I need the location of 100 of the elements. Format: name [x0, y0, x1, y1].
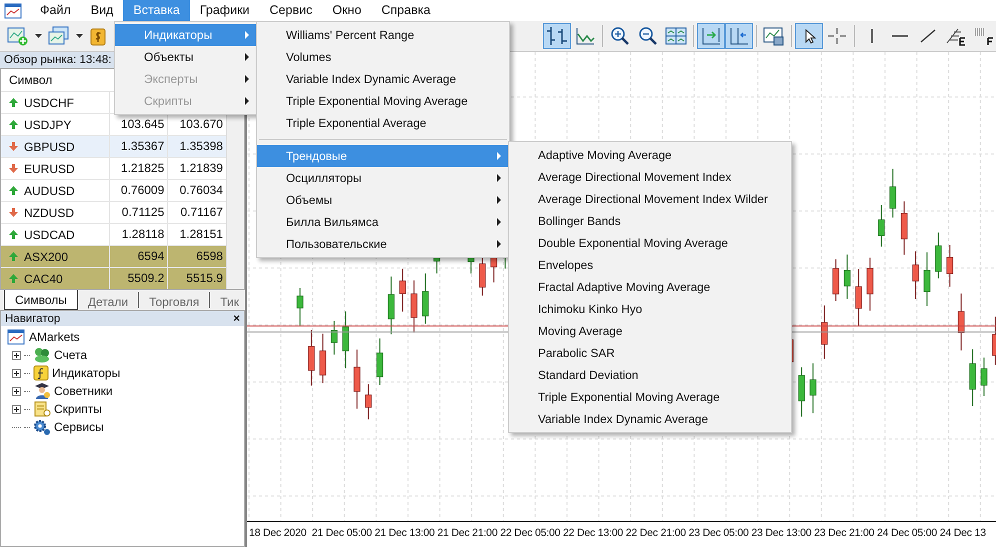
menu-item[interactable]: Triple Exponential Moving Average: [257, 90, 509, 112]
panel-tab[interactable]: Детали: [78, 292, 140, 308]
menu-item[interactable]: Ichimoku Kinko Hyo: [509, 298, 791, 320]
menu-item[interactable]: Variable Index Dynamic Average: [509, 408, 791, 430]
symbol-name: USDJPY: [24, 118, 72, 132]
menu-item[interactable]: Вид: [80, 0, 124, 21]
symbol-row[interactable]: ASX200 6594 6598: [1, 246, 226, 268]
tree-item[interactable]: Скрипты: [54, 402, 102, 416]
symbol-name: CAC40: [24, 272, 63, 286]
time-axis-label: 18 Dec 2020: [249, 527, 308, 539]
submenu-arrow-icon: [245, 97, 249, 105]
menu-item[interactable]: Average Directional Movement Index: [509, 166, 791, 188]
function-icon: [33, 365, 49, 381]
menu-item[interactable]: Triple Exponential Moving Average: [509, 386, 791, 408]
tree-item[interactable]: Индикаторы: [52, 366, 120, 380]
chart-plus-icon: [7, 26, 29, 46]
symbol-row[interactable]: CAC40 5509.2 5515.9: [1, 268, 226, 289]
symbol-row[interactable]: AUDUSD 0.76009 0.76034: [1, 180, 226, 202]
menu-item[interactable]: Variable Index Dynamic Average: [257, 68, 509, 90]
menu-item[interactable]: Moving Average: [509, 320, 791, 342]
submenu-arrow-icon: [245, 75, 249, 83]
menu-item[interactable]: Envelopes: [509, 254, 791, 276]
menu-item[interactable]: Файл: [30, 0, 81, 21]
submenu-arrow-icon: [497, 152, 501, 160]
cursor-button[interactable]: [795, 23, 823, 49]
symbol-name: USDCAD: [24, 228, 75, 242]
close-button[interactable]: ×: [233, 312, 240, 324]
menu-item[interactable]: Volumes: [257, 46, 509, 68]
bid-price: 1.21825: [120, 161, 164, 175]
column-header[interactable]: Символ: [1, 73, 111, 87]
symbol-name: ASX200: [24, 250, 68, 264]
symbol-name: NZDUSD: [24, 206, 74, 220]
symbol-name: AUDUSD: [24, 184, 75, 198]
template-icon: [763, 26, 785, 46]
expand-icon[interactable]: [12, 404, 21, 414]
shift-icon: [728, 26, 750, 46]
ask-price: 0.71167: [180, 205, 223, 219]
down-arrow-icon: [9, 208, 18, 217]
ask-price: 1.28151: [180, 227, 223, 241]
menu-item[interactable]: Объемы: [257, 189, 509, 211]
symbol-row[interactable]: GBPUSD 1.35367 1.35398: [1, 136, 226, 158]
symbol-row[interactable]: USDCAD 1.28118 1.28151: [1, 224, 226, 246]
dropdown-caret-icon[interactable]: [35, 34, 42, 38]
bid-price: 5509.2: [128, 271, 164, 285]
menu-item[interactable]: Adaptive Moving Average: [509, 144, 791, 166]
down-arrow-icon: [9, 142, 18, 151]
people-icon: [33, 347, 51, 363]
submenu-arrow-icon: [245, 31, 249, 39]
tree-item[interactable]: Сервисы: [54, 420, 104, 434]
expand-icon[interactable]: [12, 386, 21, 396]
expand-icon[interactable]: [12, 350, 21, 360]
menu-item[interactable]: Окно: [322, 0, 372, 21]
menu-item[interactable]: Triple Exponential Average: [257, 112, 509, 134]
expand-icon[interactable]: [12, 368, 21, 378]
menu-item[interactable]: Fractal Adaptive Moving Average: [509, 276, 791, 298]
time-axis-label: 22 Dec 21:00: [626, 527, 687, 539]
autoscroll-button[interactable]: [697, 23, 725, 49]
symbol-row[interactable]: NZDUSD 0.71125 0.71167: [1, 202, 226, 224]
menu-item[interactable]: Average Directional Movement Index Wilder: [509, 188, 791, 210]
gears-icon: [33, 419, 51, 435]
menu-item[interactable]: Standard Deviation: [509, 364, 791, 386]
panel-tab[interactable]: Торговля: [139, 292, 210, 308]
menu-item[interactable]: Bollinger Bands: [509, 210, 791, 232]
tile-icon: [665, 26, 687, 46]
bar-chart-button[interactable]: [543, 23, 571, 49]
menu-item[interactable]: Пользовательские: [257, 233, 509, 255]
symbol-row[interactable]: USDJPY 103.645 103.670: [1, 114, 226, 136]
up-arrow-icon: [9, 186, 18, 195]
menu-item[interactable]: Осцилляторы: [257, 167, 509, 189]
time-axis-label: 22 Dec 13:00: [562, 527, 624, 539]
app-icon: [4, 2, 22, 18]
ask-price: 0.76034: [180, 183, 223, 197]
up-arrow-icon: [9, 120, 18, 129]
tree-item[interactable]: Счета: [54, 348, 88, 362]
menu-item[interactable]: Графики: [190, 0, 260, 21]
menu-item[interactable]: Williams' Percent Range: [257, 24, 509, 46]
panel-title: Навигатор: [5, 312, 60, 324]
tree-item[interactable]: Советники: [54, 384, 113, 398]
zoom-out-icon: [637, 26, 659, 46]
shift-button[interactable]: [725, 23, 753, 49]
time-axis-label: 24 Dec 05:00: [876, 527, 938, 539]
menu-item[interactable]: Double Exponential Moving Average: [509, 232, 791, 254]
tree-item[interactable]: AMarkets: [29, 330, 80, 344]
bid-price: 6594: [138, 249, 164, 263]
menu-item[interactable]: Билла Вильямса: [257, 211, 509, 233]
menu-item[interactable]: Parabolic SAR: [509, 342, 791, 364]
submenu-arrow-icon: [245, 53, 249, 61]
up-arrow-icon: [9, 274, 18, 283]
menu-item[interactable]: Сервис: [260, 0, 322, 21]
grid-icon: [973, 26, 995, 46]
up-arrow-icon: [9, 98, 18, 107]
symbol-row[interactable]: EURUSD 1.21825 1.21839: [1, 158, 226, 180]
line-chart-icon: [574, 26, 596, 46]
down-arrow-icon: [9, 164, 18, 173]
panel-tab[interactable]: Символы: [4, 290, 78, 310]
windows-icon: [48, 26, 70, 46]
dropdown-caret-icon[interactable]: [76, 34, 83, 38]
time-axis-label: 23 Dec 05:00: [688, 527, 750, 539]
menu-item[interactable]: Справка: [371, 0, 440, 21]
crosshair-icon: [826, 26, 848, 46]
